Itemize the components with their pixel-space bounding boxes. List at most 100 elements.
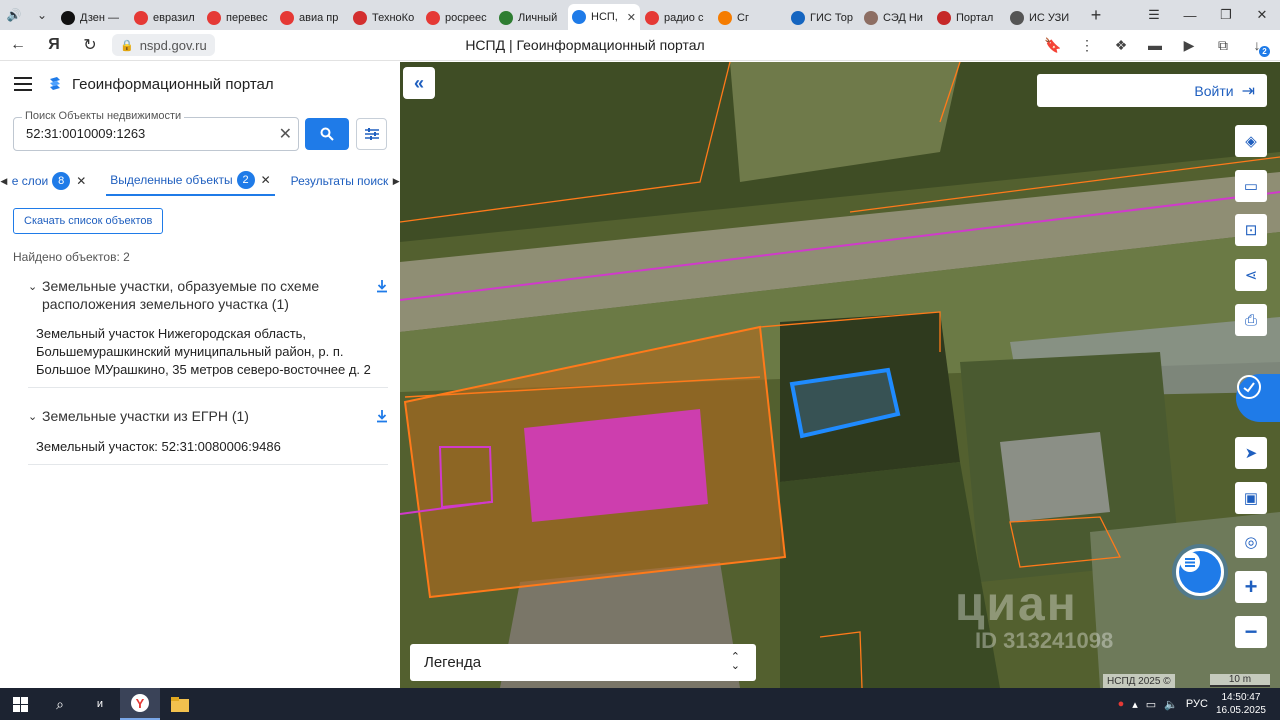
tab-title: Личный (518, 12, 558, 24)
clock-time: 14:50:47 (1221, 692, 1261, 703)
tab-title: авиа пр (299, 12, 339, 24)
file-explorer-icon[interactable] (160, 688, 200, 720)
browser-tab[interactable]: Дзен — (57, 6, 129, 30)
search-input[interactable] (26, 126, 276, 141)
browser-tab[interactable]: Личный (495, 6, 567, 30)
browser-tab[interactable]: росреес (422, 6, 494, 30)
group-header[interactable]: ⌄ Земельные участки, образуемые по схеме… (28, 277, 388, 313)
close-window-button[interactable]: ✕ (1244, 0, 1280, 30)
app-icon[interactable]: и (80, 688, 120, 720)
tab-title: радио с (664, 12, 704, 24)
zoom-in-button[interactable]: + (1235, 571, 1267, 603)
yandex-icon[interactable]: Я (36, 30, 72, 61)
tab-title: Дзен — (80, 12, 119, 24)
tab-selected-objects[interactable]: Выделенные объекты 2 ✕ (106, 166, 275, 196)
tab-label: Результаты поиск (290, 174, 389, 188)
ruler-button[interactable]: ▭ (1235, 170, 1267, 202)
vpn-icon[interactable]: ▬ (1138, 31, 1172, 59)
search-icon[interactable]: ⌕ (40, 688, 80, 720)
browser-tab[interactable]: ИС УЗИ (1006, 6, 1078, 30)
clear-icon[interactable]: ✕ (279, 124, 292, 144)
svg-text:Y: Y (136, 696, 145, 711)
search-button[interactable] (305, 118, 349, 150)
list-item[interactable]: Земельный участок: 52:31:0080006:9486 (28, 438, 388, 465)
url-text: nspd.gov.ru (139, 37, 207, 53)
tray-app-icon[interactable]: ▴ (1132, 698, 1138, 711)
menu-icon[interactable]: ☰ (1136, 0, 1172, 30)
tab-audio-icon[interactable]: 🔊 (0, 0, 28, 30)
list-item[interactable]: Земельный участок Нижегородская область,… (28, 325, 388, 388)
yandex-tray-icon[interactable]: ● (1118, 698, 1125, 710)
downloads-icon[interactable]: ↓ 2 (1240, 31, 1274, 59)
collapse-panel-button[interactable]: « (403, 67, 435, 99)
bookmark-icon[interactable]: 🔖 (1036, 31, 1070, 59)
search-icon (320, 127, 334, 141)
geolocation-button[interactable]: ◎ (1235, 526, 1267, 558)
tabs-scroll-left-icon[interactable]: ◀ (0, 176, 8, 187)
area-search-button[interactable]: ⊡ (1235, 214, 1267, 246)
browser-tab[interactable]: НСП, ✕ (568, 4, 640, 30)
found-count: Найдено объектов: 2 (13, 250, 130, 264)
browser-tab[interactable]: ГИС Тор (787, 6, 859, 30)
window-controls: ☰ — ❐ ✕ (1136, 0, 1280, 30)
yandex-browser-icon[interactable]: Y (120, 688, 160, 720)
tab-title: ИС УЗИ (1029, 12, 1070, 24)
browser-tab[interactable]: авиа пр (276, 6, 348, 30)
map-view[interactable]: « Войти ⇥ ◈ ▭ ⊡ ⋖ ⎙ ➤ ▣ ◎ + − циан ID 31… (400, 62, 1280, 688)
chat-button[interactable] (1176, 548, 1224, 596)
tab-favicon-icon (864, 11, 878, 25)
filter-button[interactable] (356, 118, 387, 150)
tab-favicon-icon (134, 11, 148, 25)
download-icon[interactable] (376, 279, 388, 293)
language-indicator[interactable]: РУС (1186, 698, 1208, 710)
minimize-button[interactable]: — (1172, 0, 1208, 30)
legend-select[interactable]: Легенда ⌃ ⌄ (410, 644, 756, 681)
close-icon[interactable]: ✕ (76, 174, 86, 188)
tab-title: СЭД Ни (883, 12, 923, 24)
video-icon[interactable]: ▶ (1172, 31, 1206, 59)
network-icon[interactable]: ▭ (1146, 698, 1156, 711)
tab-favicon-icon (572, 10, 586, 24)
login-button[interactable]: Войти ⇥ (1037, 74, 1267, 107)
extension-icon[interactable]: ❖ (1104, 31, 1138, 59)
browser-tab[interactable]: перевес (203, 6, 275, 30)
browser-tab[interactable]: СЭД Ни (860, 6, 932, 30)
back-button[interactable]: ← (0, 30, 36, 61)
tabs-scroll-right-icon[interactable]: ▶ (392, 176, 400, 187)
volume-icon[interactable]: 🔈 (1164, 698, 1178, 711)
browser-tab[interactable]: ТехноКо (349, 6, 421, 30)
locate-button[interactable]: ➤ (1235, 437, 1267, 469)
minimap-button[interactable]: ▣ (1235, 482, 1267, 514)
zoom-out-button[interactable]: − (1235, 616, 1267, 648)
tab-close-icon[interactable]: ✕ (627, 11, 636, 24)
tab-search-results[interactable]: Результаты поиск (287, 166, 393, 196)
feedback-tab[interactable] (1236, 374, 1280, 422)
layers-button[interactable]: ◈ (1235, 125, 1267, 157)
browser-tab[interactable]: Сг (714, 6, 786, 30)
url-field[interactable]: 🔒 nspd.gov.ru (112, 34, 215, 56)
tab-layers[interactable]: е слои 8 ✕ (8, 166, 91, 196)
tab-favicon-icon (718, 11, 732, 25)
close-icon[interactable]: ✕ (261, 173, 271, 187)
clock[interactable]: 14:50:47 16.05.2025 (1216, 691, 1266, 717)
windows-start-icon[interactable] (0, 688, 40, 720)
tab-list-chevron-icon[interactable]: ⌄ (28, 0, 56, 30)
new-tab-button[interactable]: + (1084, 3, 1108, 27)
download-icon[interactable] (376, 409, 388, 423)
browser-tab[interactable]: Портал (933, 6, 1005, 30)
browser-tab[interactable]: радио с (641, 6, 713, 30)
share-button[interactable]: ⋖ (1235, 259, 1267, 291)
download-list-button[interactable]: Скачать список объектов (13, 208, 164, 234)
group-header[interactable]: ⌄ Земельные участки из ЕГРН (1) (28, 407, 388, 426)
more-icon[interactable]: ⋮ (1070, 31, 1104, 59)
legend-label: Легенда (424, 654, 482, 671)
feedback-icon (1237, 375, 1261, 399)
browser-tab[interactable]: евразил (130, 6, 202, 30)
menu-icon[interactable] (14, 77, 32, 91)
tab-label: Выделенные объекты (110, 173, 233, 187)
clock-date: 16.05.2025 (1215, 705, 1266, 716)
collections-icon[interactable]: ⧉ (1206, 31, 1240, 59)
restore-button[interactable]: ❐ (1208, 0, 1244, 30)
print-button[interactable]: ⎙ (1235, 304, 1267, 336)
reload-button[interactable]: ↻ (72, 30, 108, 61)
